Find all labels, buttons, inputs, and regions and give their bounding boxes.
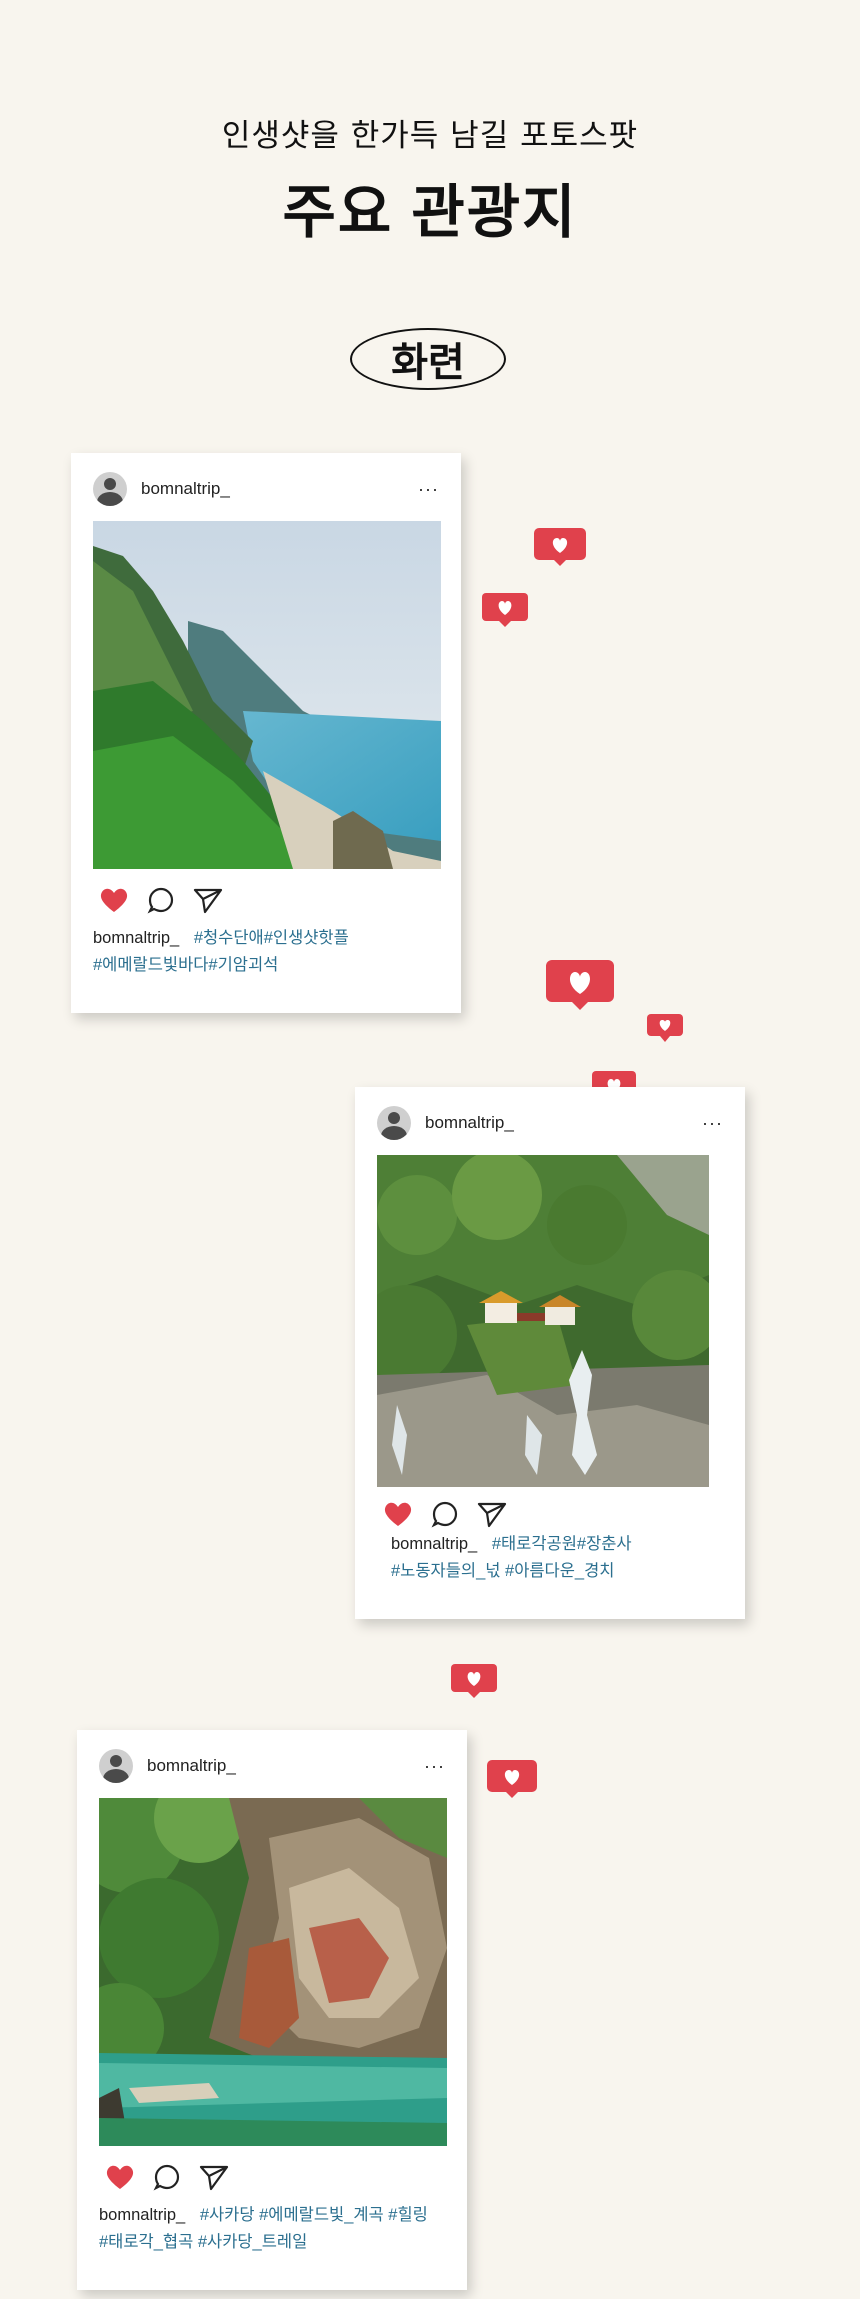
page-subtitle: 인생샷을 한가득 남길 포토스팟 [221,118,639,154]
post-caption: bomnaltrip_ #사카당 #에메랄드빛_계곡 #힐링 #태로각_협곡 #… [99,2202,449,2256]
caption-username[interactable]: bomnaltrip_ [93,929,179,947]
avatar[interactable] [99,1749,133,1783]
post-actions [99,885,223,915]
post-actions [383,1499,507,1529]
post-photo-shrine-waterfall [377,1155,709,1487]
caption-hashtags[interactable]: #사카당 #에메랄드빛_계곡 #힐링 [200,2206,428,2224]
post-username[interactable]: bomnaltrip_ [147,1756,236,1776]
caption-hashtags[interactable]: #청수단애#인생샷핫플 [194,929,349,947]
send-icon[interactable] [477,1500,507,1528]
page-title: 주요 관광지 [282,180,578,245]
more-icon[interactable]: ··· [424,1756,445,1777]
caption-hashtags[interactable]: #태로각_협곡 #사카당_트레일 [99,2233,307,2251]
caption-username[interactable]: bomnaltrip_ [99,2206,185,2224]
post-caption: bomnaltrip_ #청수단애#인생샷핫플 #에메랄드빛바다#기암괴석 [93,925,443,979]
more-icon[interactable]: ··· [418,479,439,500]
heart-icon[interactable] [383,1501,413,1527]
region-label: 화련 [391,341,465,385]
post-photo-cliff-coast [93,521,441,869]
post-header: bomnaltrip_ ··· [93,471,439,507]
send-icon[interactable] [199,2163,229,2191]
instagram-post-2: bomnaltrip_ ··· bomnaltrip_ #태로각공원#장춘사 #… [355,1087,745,1619]
post-photo-gorge-stream [99,1798,447,2146]
heart-icon[interactable] [99,887,129,913]
comment-icon[interactable] [431,1500,459,1528]
post-header: bomnaltrip_ ··· [99,1748,445,1784]
like-bubble [647,1014,683,1042]
instagram-post-1: bomnaltrip_ ··· bomnaltrip_ #청수단애#인생샷핫플 … [71,453,461,1013]
send-icon[interactable] [193,886,223,914]
heart-icon[interactable] [105,2164,135,2190]
like-bubble [534,528,586,566]
region-badge: 화련 [350,328,506,390]
like-bubble [546,960,614,1010]
post-actions [105,2162,229,2192]
avatar[interactable] [377,1106,411,1140]
more-icon[interactable]: ··· [702,1113,723,1134]
instagram-post-3: bomnaltrip_ ··· bomnaltrip_ #사카당 #에메랄드빛_… [77,1730,467,2290]
post-username[interactable]: bomnaltrip_ [141,479,230,499]
caption-hashtags[interactable]: #노동자들의_넋 #아름다운_경치 [391,1562,614,1580]
like-bubble [451,1664,497,1698]
post-username[interactable]: bomnaltrip_ [425,1113,514,1133]
caption-hashtags[interactable]: #에메랄드빛바다#기암괴석 [93,956,278,974]
like-bubble [482,593,528,627]
comment-icon[interactable] [153,2163,181,2191]
comment-icon[interactable] [147,886,175,914]
post-header: bomnaltrip_ ··· [377,1105,723,1141]
avatar[interactable] [93,472,127,506]
post-caption: bomnaltrip_ #태로각공원#장춘사 #노동자들의_넋 #아름다운_경치 [391,1531,727,1585]
like-bubble [487,1760,537,1798]
caption-username[interactable]: bomnaltrip_ [391,1535,477,1553]
caption-hashtags[interactable]: #태로각공원#장춘사 [492,1535,632,1553]
